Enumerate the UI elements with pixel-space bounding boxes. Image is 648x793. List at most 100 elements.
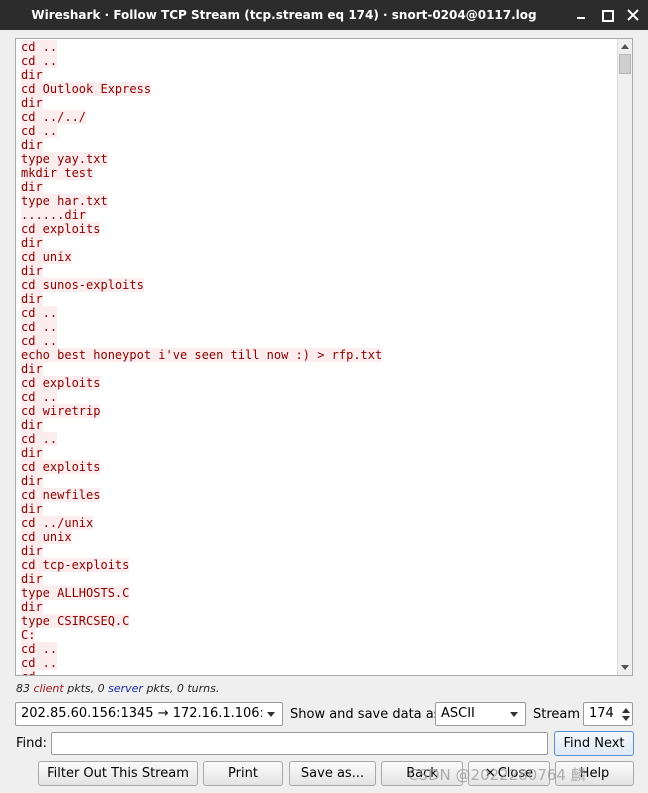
find-next-button[interactable]: Find Next (554, 731, 634, 756)
stream-line-text: dir (21, 68, 43, 82)
minimize-icon[interactable] (574, 7, 588, 23)
chevron-down-icon (267, 712, 275, 717)
filter-out-stream-button[interactable]: Filter Out This Stream (38, 761, 198, 786)
stream-line: cd .. (21, 432, 617, 446)
stream-line: dir (21, 446, 617, 460)
stream-line-text: dir (21, 474, 43, 488)
stream-line: cd exploits (21, 376, 617, 390)
stream-text-area[interactable]: cd .. cd .. dir cd Outlook Express dir cd ../… (15, 38, 633, 676)
stream-line-text: cd .. (21, 334, 58, 348)
scroll-up-arrow-icon[interactable] (618, 39, 632, 54)
stream-line: dir (21, 502, 617, 516)
maximize-icon[interactable] (600, 7, 614, 23)
stream-line-text: cd unix (21, 250, 72, 264)
stream-line-text: cd .. (21, 124, 58, 138)
stream-line: type yay.txt (21, 152, 617, 166)
show-save-label: Show and save data as (290, 707, 441, 722)
stream-line-text: dir (21, 544, 43, 558)
stream-line-text: cd ../../ (21, 110, 87, 124)
save-as-button[interactable]: Save as... (289, 761, 376, 786)
server-count: 0 (97, 682, 105, 695)
stream-line: cd wiretrip (21, 404, 617, 418)
stream-line-text: C: (21, 628, 36, 642)
stream-stats: 83 client pkts, 0 server pkts, 0 turns. (16, 682, 219, 695)
find-input[interactable] (51, 732, 548, 755)
stream-line: dir (21, 68, 617, 82)
pkts-label-1: pkts, (67, 682, 95, 695)
stream-line: dir (21, 292, 617, 306)
close-x-icon: ✕ (484, 766, 496, 781)
stream-line-text: dir (21, 138, 43, 152)
stream-line: echo best honeypot i've seen till now :)… (21, 348, 617, 362)
scroll-down-arrow-icon[interactable] (618, 660, 632, 675)
stream-line: dir (21, 236, 617, 250)
stream-line-text: dir (21, 292, 43, 306)
stream-line: type har.txt (21, 194, 617, 208)
stream-line-text: mkdir test (21, 166, 94, 180)
stream-line: cd .. (21, 334, 617, 348)
stream-line-text: dir (21, 502, 43, 516)
stream-line-text: cd Outlook Express (21, 82, 152, 96)
stream-line: dir (21, 180, 617, 194)
stream-label: Stream (533, 707, 581, 722)
stream-line-text: cd .. (21, 306, 58, 320)
find-label: Find: (16, 736, 48, 751)
stream-line-text: dir (21, 600, 43, 614)
stream-line-text: dir (21, 96, 43, 110)
stream-line: cd .. (21, 40, 617, 54)
spin-up-icon[interactable] (622, 708, 630, 713)
stream-line: cd ../../ (21, 110, 617, 124)
stream-line: type CSIRCSEQ.C (21, 614, 617, 628)
stream-line-text: cd tcp-exploits (21, 558, 130, 572)
stream-line: mkdir test (21, 166, 617, 180)
help-button[interactable]: Help (555, 761, 634, 786)
scroll-thumb[interactable] (619, 54, 631, 74)
stream-number-spinbox[interactable]: 174 (583, 702, 633, 726)
stream-line-text: cd .. (21, 432, 58, 446)
stream-line: cd .. (21, 54, 617, 68)
stream-line: ......dir (21, 208, 617, 222)
stream-line-text: type har.txt (21, 194, 108, 208)
stream-line-text: cd .. (21, 320, 58, 334)
stream-line: dir (21, 138, 617, 152)
spin-down-icon[interactable] (622, 716, 630, 721)
stream-line-text: type yay.txt (21, 152, 108, 166)
stream-line: cd newfiles (21, 488, 617, 502)
back-button[interactable]: Back (381, 761, 463, 786)
format-value: ASCII (441, 706, 475, 721)
stream-line: dir (21, 418, 617, 432)
format-select[interactable]: ASCII (435, 702, 526, 726)
stream-line: cd (21, 670, 617, 675)
stream-line-text: ......dir (21, 208, 87, 222)
stream-line: cd Outlook Express (21, 82, 617, 96)
stream-number-value: 174 (589, 706, 614, 721)
stream-line-text: cd .. (21, 390, 58, 404)
client-count: 83 (16, 682, 30, 695)
conversation-select[interactable]: 202.85.60.156:1345 → 172.16.1.106:68( (15, 702, 283, 726)
stream-line-text: cd .. (21, 642, 58, 656)
close-button-label: Close (497, 766, 534, 781)
window-controls (574, 7, 640, 23)
stream-line: cd .. (21, 390, 617, 404)
stream-line-text: dir (21, 236, 43, 250)
stream-line: cd exploits (21, 222, 617, 236)
stream-line-text: dir (21, 572, 43, 586)
vertical-scrollbar[interactable] (617, 39, 632, 675)
stream-line-text: cd unix (21, 530, 72, 544)
close-button[interactable]: ✕ Close (468, 761, 550, 786)
stream-line-text: type ALLHOSTS.C (21, 586, 130, 600)
stream-line-text: cd (21, 670, 36, 675)
stream-line: dir (21, 572, 617, 586)
stream-line: cd tcp-exploits (21, 558, 617, 572)
stream-line-text: dir (21, 180, 43, 194)
close-icon[interactable] (626, 7, 640, 23)
chevron-down-icon (510, 712, 518, 717)
window-titlebar: Wireshark · Follow TCP Stream (tcp.strea… (0, 0, 648, 30)
stream-line: cd .. (21, 320, 617, 334)
print-button[interactable]: Print (203, 761, 283, 786)
stream-line: dir (21, 96, 617, 110)
stream-line-text: cd ../unix (21, 516, 94, 530)
stream-line: cd unix (21, 250, 617, 264)
stream-line-text: echo best honeypot i've seen till now :)… (21, 348, 383, 362)
stream-line: dir (21, 544, 617, 558)
